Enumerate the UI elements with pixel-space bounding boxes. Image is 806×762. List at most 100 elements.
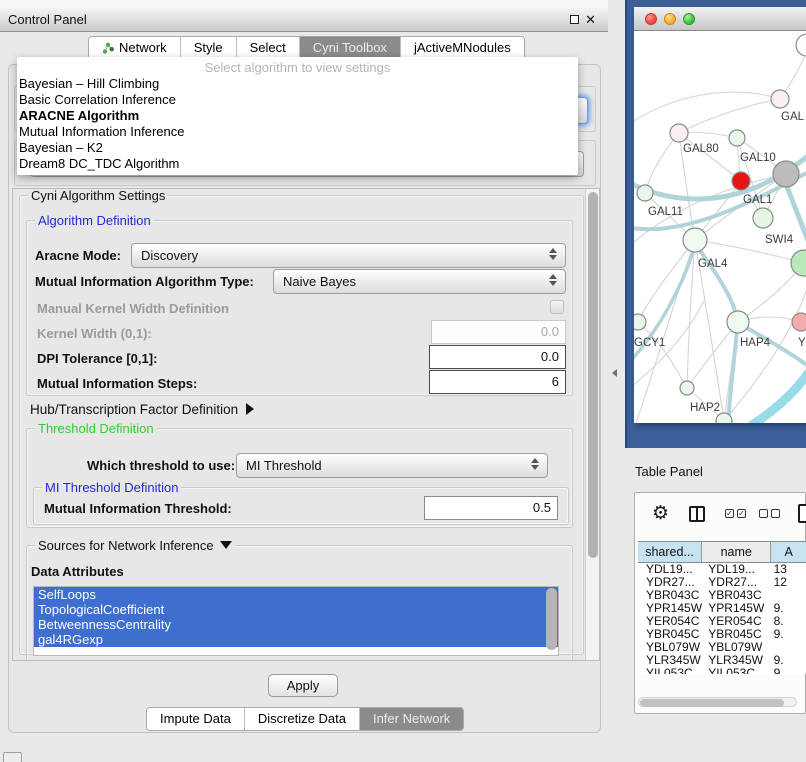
table-row[interactable]: YDR27...YDR27...12 [638, 576, 806, 589]
data-attribute-item[interactable]: TopologicalCoefficient [34, 602, 558, 617]
algorithm-option[interactable]: ARACNE Algorithm [17, 108, 578, 124]
which-threshold-combobox[interactable]: MI Threshold [236, 453, 548, 478]
algorithm-dropdown-popup: Select algorithm to view settings Bayesi… [17, 57, 578, 175]
table-cell: YDL19... [638, 563, 702, 576]
network-edge[interactable] [645, 133, 679, 193]
window-top-strip [0, 0, 608, 8]
mi-algo-type-combobox[interactable]: Naive Bayes [273, 269, 566, 294]
float-window-icon[interactable] [570, 15, 579, 24]
control-panel-titlebar[interactable]: Control Panel ✕ [0, 8, 608, 32]
table-row[interactable]: YBR045CYBR045C9. [638, 628, 806, 641]
close-icon[interactable]: ✕ [585, 14, 596, 25]
mi-threshold-field[interactable]: 0.5 [424, 496, 558, 520]
network-node[interactable] [771, 90, 789, 108]
tab-cyni-toolbox[interactable]: Cyni Toolbox [299, 37, 400, 59]
collapsed-panel-stub[interactable] [3, 752, 22, 762]
tab-jactivemnodules[interactable]: jActiveMNodules [400, 37, 524, 59]
network-edge-highlighted[interactable] [752, 343, 806, 423]
kernel-width-field[interactable]: 0.0 [431, 320, 566, 344]
network-node[interactable] [792, 313, 806, 331]
sources-group: Sources for Network Inference Data Attri… [26, 545, 573, 661]
network-edge-highlighted[interactable] [784, 179, 806, 316]
network-node[interactable] [727, 311, 749, 333]
dpi-tolerance-field[interactable]: 0.0 [429, 345, 566, 369]
network-node[interactable] [729, 130, 745, 146]
table-row[interactable]: YPR145WYPR145W9. [638, 602, 806, 615]
network-node[interactable] [680, 381, 694, 395]
splitter-collapse-icon[interactable] [612, 369, 617, 377]
tab-select[interactable]: Select [236, 37, 299, 59]
hub-tf-definition-toggle[interactable]: Hub/Transcription Factor Definition [30, 402, 254, 417]
bottom-tab-discretize-data[interactable]: Discretize Data [244, 708, 359, 730]
network-node[interactable] [732, 172, 750, 190]
table-cell: YER054C [702, 615, 771, 628]
table-column-header[interactable]: name [702, 542, 771, 562]
network-node[interactable] [791, 250, 806, 276]
network-window-titlebar[interactable] [634, 7, 806, 31]
tab-network[interactable]: Network [89, 37, 180, 59]
algorithm-option[interactable]: Mutual Information Inference [17, 124, 578, 140]
columns-icon[interactable] [689, 506, 705, 522]
zoom-traffic-light-icon[interactable] [683, 13, 695, 25]
apply-button[interactable]: Apply [268, 674, 338, 697]
network-node-label: GAL11 [648, 206, 683, 218]
network-node[interactable] [683, 228, 707, 252]
table-row[interactable]: YIL053CYIL053C9 [638, 667, 806, 674]
settings-vertical-scrollbar[interactable] [585, 189, 599, 660]
table-cell: 9. [772, 602, 806, 615]
bottom-tab-impute-data[interactable]: Impute Data [147, 708, 244, 730]
algorithm-option[interactable]: Basic Correlation Inference [17, 92, 578, 108]
algorithm-option[interactable]: Bayesian – Hill Climbing [17, 76, 578, 92]
close-traffic-light-icon[interactable] [645, 13, 657, 25]
algorithm-option[interactable]: Bayesian – K2 [17, 140, 578, 156]
network-node[interactable] [773, 161, 799, 187]
aracne-mode-combobox[interactable]: Discovery [131, 243, 566, 268]
network-node[interactable] [670, 124, 688, 142]
network-node[interactable] [637, 185, 653, 201]
minimize-traffic-light-icon[interactable] [664, 13, 676, 25]
network-edge[interactable] [638, 322, 687, 388]
mi-steps-field[interactable]: 6 [429, 370, 566, 394]
settings-scrollbar-thumb[interactable] [588, 192, 598, 558]
network-edge-highlighted[interactable] [728, 322, 738, 423]
table-cell: YBR043C [638, 589, 702, 602]
table-row[interactable]: YBL079WYBL079W [638, 641, 806, 654]
table-row[interactable]: YER054CYER054C8. [638, 615, 806, 628]
network-view-window[interactable]: GALGAL80GAL10GAL1GAL11SWI4GAL4GCY1HAP4YH… [634, 7, 806, 423]
manual-kernel-checkbox[interactable] [550, 300, 564, 314]
gear-icon[interactable]: ⚙ [652, 500, 669, 528]
select-all-columns-icon[interactable]: ✓ ✓ [725, 509, 746, 518]
sources-group-title[interactable]: Sources for Network Inference [35, 538, 235, 553]
export-table-icon[interactable] [798, 504, 806, 523]
network-edge[interactable] [679, 99, 780, 133]
tab-style[interactable]: Style [180, 37, 236, 59]
tab-label: Network [119, 37, 167, 59]
algorithm-definition-title: Algorithm Definition [35, 213, 154, 228]
table-cell: 12 [772, 576, 806, 589]
network-node[interactable] [796, 34, 806, 56]
table-panel: ⚙ ✓ ✓ shared...nameA YDL19...YDL19...13Y… [634, 492, 806, 714]
network-edge-highlighted[interactable] [740, 324, 806, 381]
network-edge[interactable] [634, 92, 780, 126]
network-node[interactable] [716, 413, 732, 423]
network-node[interactable] [753, 208, 773, 228]
table-column-header[interactable]: shared... [638, 542, 702, 562]
network-node[interactable] [634, 314, 646, 330]
network-node-label: GAL80 [683, 143, 719, 155]
data-attributes-list[interactable]: SelfLoopsTopologicalCoefficientBetweenne… [33, 586, 559, 656]
table-horizontal-scrollbar[interactable] [638, 697, 797, 707]
algorithm-option[interactable]: Dream8 DC_TDC Algorithm [17, 156, 578, 172]
table-hscrollbar-thumb[interactable] [640, 699, 784, 707]
table-row[interactable]: YBR043CYBR043C [638, 589, 806, 602]
table-row[interactable]: YLR345WYLR345W9. [638, 654, 806, 667]
unselect-all-columns-icon[interactable] [759, 509, 780, 518]
table-cell: YBR045C [638, 628, 702, 641]
data-attribute-item[interactable]: BetweennessCentrality [34, 617, 558, 632]
network-canvas[interactable]: GALGAL80GAL10GAL1GAL11SWI4GAL4GCY1HAP4YH… [634, 31, 806, 423]
data-attribute-item[interactable]: SelfLoops [34, 587, 558, 602]
bottom-tab-infer-network[interactable]: Infer Network [359, 708, 463, 730]
table-row[interactable]: YDL19...YDL19...13 [638, 563, 806, 576]
list-scrollbar-thumb[interactable] [546, 588, 557, 650]
data-attribute-item[interactable]: gal4RGexp [34, 632, 558, 647]
table-column-header[interactable]: A [771, 542, 806, 562]
